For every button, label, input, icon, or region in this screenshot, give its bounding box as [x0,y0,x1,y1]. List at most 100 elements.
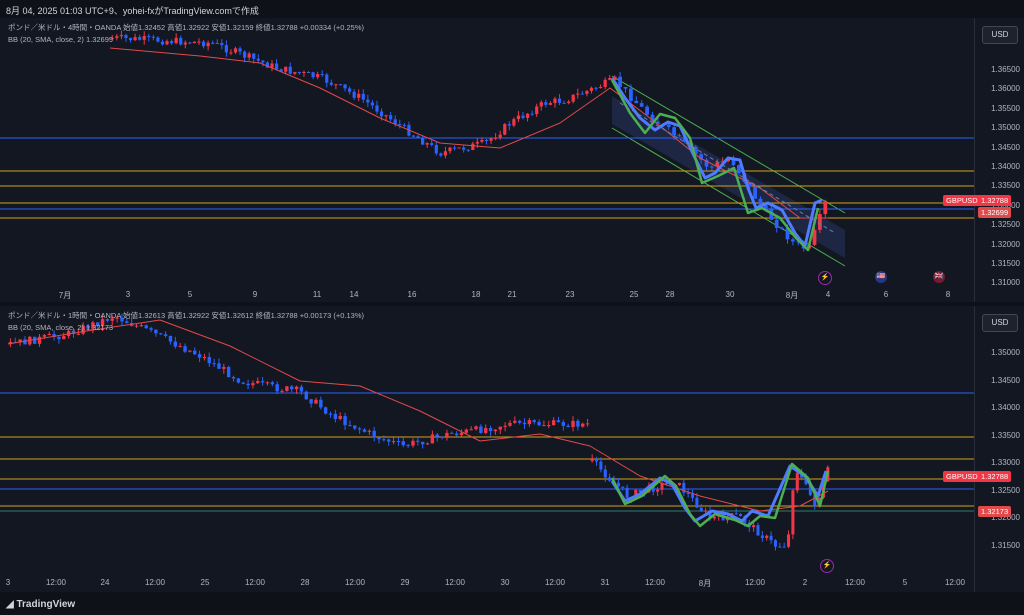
candle1h-b-candle [773,540,777,547]
us-flag-event-icon[interactable]: 🇺🇸 [875,271,887,283]
candle1h-candle [348,425,352,427]
candle4h-candle [297,72,301,74]
price-tick: 1.31000 [991,278,1020,288]
candle1h-candle [202,357,207,359]
price-chart-4h[interactable] [0,18,975,288]
candle1h-b-candle [734,513,738,515]
candle1h-candle [493,429,498,432]
candle1h-candle [188,350,192,352]
candle1h-candle [323,407,328,414]
candle4h-b-candle [791,239,795,242]
footer-brand: TradingView [16,599,76,610]
candle1h-candle [425,443,430,445]
candle4h-b-candle [639,103,644,107]
candle4h-candle [457,147,461,149]
candle4h-candle [580,93,584,95]
time-axis-4h[interactable]: 7月 3 5 9 11 14 16 18 21 23 25 28 30 8月 4 6 8 [0,288,975,302]
price-tick: 1.33000 [991,458,1020,467]
candle4h-candle [443,151,448,156]
candle1h-candle [576,420,580,427]
candle1h-candle [290,386,294,390]
candle4h-candle [425,143,429,145]
price-tick: 1.35000 [991,348,1020,357]
price-tick: 1.35500 [991,103,1020,113]
time-tick: 12:00 [45,578,67,587]
candle1h-candle [566,425,570,428]
time-tick: 8月 [785,291,799,300]
price-tick: 1.32500 [991,485,1020,495]
candle4h-candle [233,48,238,53]
currency-button-1h[interactable]: USD [982,314,1018,332]
candle4h-b-candle [818,214,822,230]
candle1h-candle [76,333,81,335]
symbol-tag-4h: GBPUSD [943,195,981,206]
candle1h-candle [551,420,556,426]
candle4h-b-candle [618,76,622,88]
candle1h-candle [517,420,522,423]
candle4h-candle [361,93,365,100]
candle4h-candle [439,153,443,156]
candle4h-candle [452,147,457,149]
candle1h-candle [260,381,265,383]
candle1h-candle [280,390,284,392]
price-axis-4h[interactable]: USD 1.36500 1.36000 1.35500 1.35000 1.34500 1… [974,18,1024,302]
candle1h-candle [62,336,66,340]
candle4h-candle [562,102,566,104]
price-axis-1h[interactable]: USD 1.35000 1.34500 1.34000 1.33500 1.33000 1… [974,306,1024,592]
price-tick: 1.35000 [991,123,1020,133]
candle4h-b-candle [823,200,828,215]
candle1h-candle [256,381,260,384]
price-tick: 1.34500 [991,142,1020,152]
time-tick: 5 [187,290,193,299]
candle4h-candle [366,99,370,103]
candle1h-b-candle [752,525,756,528]
candle1h-candle [391,441,396,443]
candle4h-candle [379,111,384,117]
candle1h-b-candle [739,514,743,517]
lightning-event-icon[interactable]: ⚡ [818,271,832,285]
candle4h-candle [571,94,575,102]
candle1h-candle [32,336,37,344]
time-tick: 29 [400,578,410,587]
time-tick: 28 [665,290,675,299]
chart-pane-1h[interactable]: ポンド／米ドル・1時間・OANDA 始値1.32613 高値1.32922 安値… [0,306,1024,592]
candle1h-b-candle [782,546,786,548]
candle1h-candle [270,382,275,385]
price-tick: 1.36500 [991,65,1020,74]
candle4h-candle [598,86,603,89]
candle1h-b-candle [621,486,625,488]
lightning-event-icon-1h[interactable]: ⚡ [820,559,834,573]
candle4h-candle [489,138,493,141]
candle1h-candle [474,426,478,430]
time-tick: 25 [629,290,639,299]
candle4h-candle [462,147,466,150]
chart-pane-4h[interactable]: ポンド／米ドル・4時間・OANDA 始値1.32452 高値1.32922 安値… [0,18,1024,302]
candle1h-b-candle [677,482,681,485]
candle1h-candle [387,439,391,442]
candle1h-b-candle [704,510,708,512]
candle4h-b-candle [774,219,779,228]
candle4h-candle [553,98,557,104]
candle4h-candle [589,87,594,91]
bb-price-tag-1h: 1.32173 [978,506,1012,517]
candle1h-b-candle [603,469,607,478]
candle1h-candle [222,366,226,369]
candle4h-candle [224,45,228,53]
uk-flag-event-icon[interactable]: 🇬🇧 [933,271,945,283]
candle4h-candle [243,51,247,58]
candle4h-candle [434,144,438,154]
time-axis-1h[interactable]: 3 12:00 24 12:00 25 12:00 28 12:00 29 12:00 30 12:0… [0,576,975,590]
price-tick: 1.34500 [991,375,1020,385]
candle1h-candle [382,439,386,441]
currency-button-4h[interactable]: USD [982,26,1018,44]
candle4h-candle [329,82,333,85]
candle4h-candle [475,141,479,144]
candle4h-candle [503,124,507,135]
candle1h-candle [362,429,367,432]
candle4h-candle [229,52,233,54]
price-tick: 1.33500 [991,181,1020,191]
time-tick: 9 [252,290,258,299]
price-chart-1h[interactable] [0,306,975,576]
candle1h-candle [396,441,401,443]
candle4h-candle [539,102,543,107]
